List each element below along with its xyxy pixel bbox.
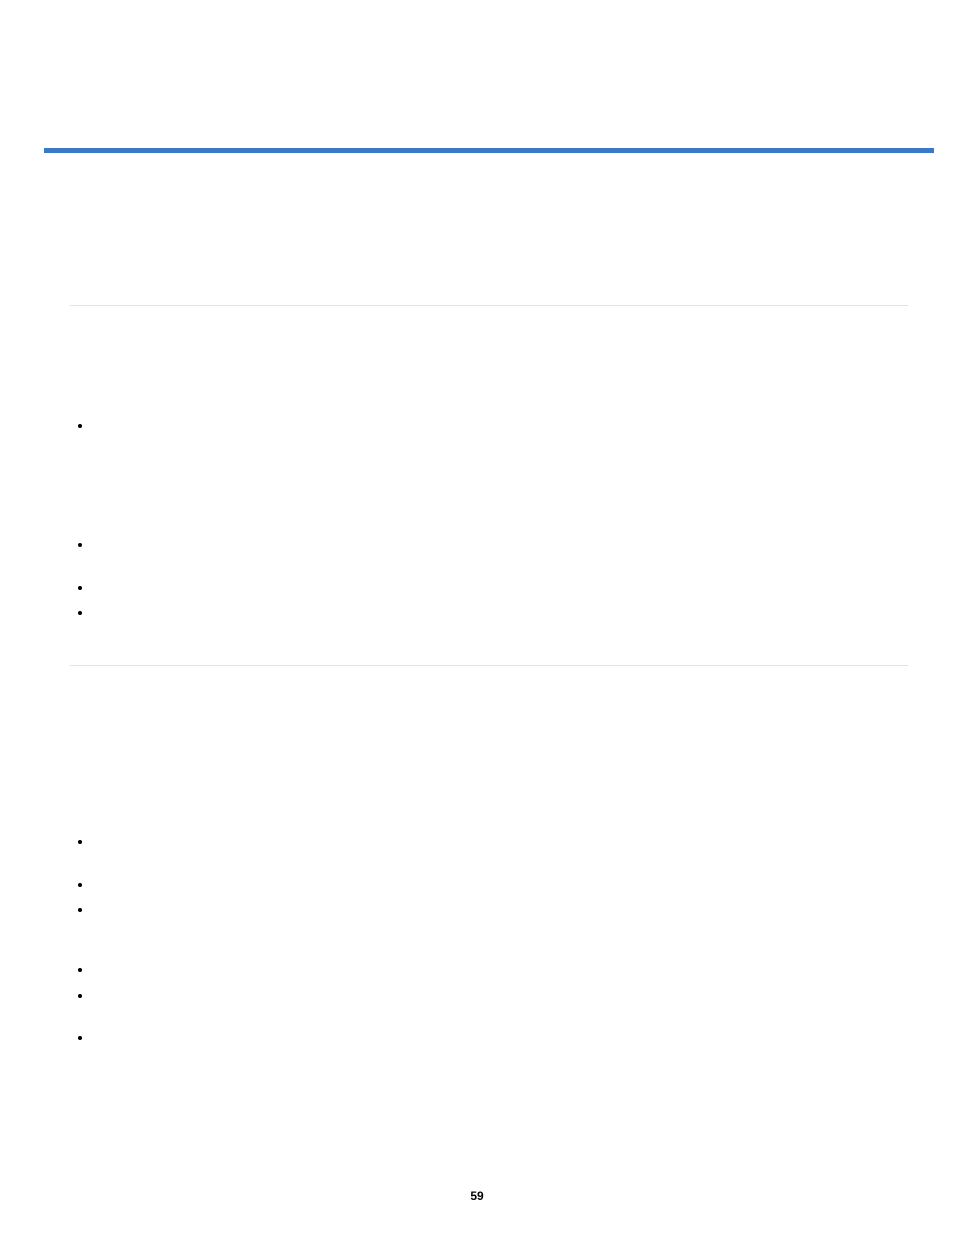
bullet-icon (78, 611, 82, 615)
bullet-icon (78, 586, 82, 590)
bullet-icon (78, 968, 82, 972)
section-divider (70, 305, 908, 306)
bullet-icon (78, 543, 82, 547)
bullet-icon (78, 424, 82, 428)
page-number: 59 (0, 1189, 954, 1203)
top-rule (44, 148, 934, 153)
bullet-icon (78, 1036, 82, 1040)
bullet-icon (78, 883, 82, 887)
section-divider (70, 665, 908, 666)
bullet-icon (78, 840, 82, 844)
document-page: 59 (0, 0, 954, 1235)
bullet-icon (78, 908, 82, 912)
bullet-icon (78, 994, 82, 998)
